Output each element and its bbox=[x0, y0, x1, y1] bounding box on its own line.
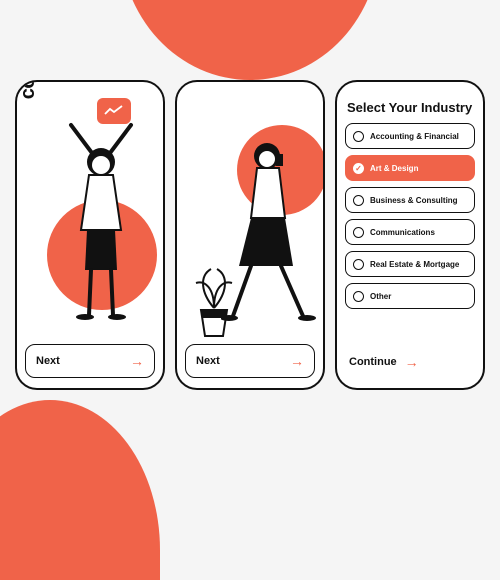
continue-button[interactable]: Continue → bbox=[345, 346, 475, 378]
phone-screen-collaborate: collaborate Next → bbox=[15, 80, 165, 390]
radio-icon bbox=[353, 131, 364, 142]
option-label: Other bbox=[370, 292, 391, 301]
industry-option-business[interactable]: Business & Consulting bbox=[345, 187, 475, 213]
industry-option-communications[interactable]: Communications bbox=[345, 219, 475, 245]
woman-walking-illustration bbox=[221, 136, 321, 326]
phone-screen-select-industry: Select Your Industry Accounting & Financ… bbox=[335, 80, 485, 390]
industry-option-real-estate[interactable]: Real Estate & Mortgage bbox=[345, 251, 475, 277]
industry-option-accounting[interactable]: Accounting & Financial bbox=[345, 123, 475, 149]
next-button[interactable]: Next → bbox=[185, 344, 315, 378]
woman-arms-up-illustration bbox=[51, 120, 151, 320]
next-button[interactable]: Next → bbox=[25, 344, 155, 378]
page-title: Select Your Industry bbox=[347, 100, 473, 115]
option-label: Art & Design bbox=[370, 164, 418, 173]
background-shape-top bbox=[120, 0, 380, 80]
arrow-right-icon: → bbox=[130, 353, 144, 369]
option-label: Accounting & Financial bbox=[370, 132, 459, 141]
chart-icon bbox=[104, 105, 124, 117]
radio-icon bbox=[353, 195, 364, 206]
next-button-label: Next bbox=[196, 355, 220, 367]
option-label: Communications bbox=[370, 228, 435, 237]
industry-option-art-design[interactable]: ✓ Art & Design bbox=[345, 155, 475, 181]
phone-row: collaborate Next → bbox=[0, 80, 500, 390]
illustration-area bbox=[25, 90, 155, 338]
next-button-label: Next bbox=[36, 355, 60, 367]
arrow-right-icon: → bbox=[290, 353, 304, 369]
option-label: Business & Consulting bbox=[370, 196, 458, 205]
radio-icon bbox=[353, 227, 364, 238]
radio-icon bbox=[353, 291, 364, 302]
phone-screen-organize: organize Next → bbox=[175, 80, 325, 390]
background-shape-bottom bbox=[0, 400, 160, 580]
industry-option-other[interactable]: Other bbox=[345, 283, 475, 309]
continue-button-label: Continue bbox=[349, 356, 397, 368]
radio-checked-icon: ✓ bbox=[353, 163, 364, 174]
radio-icon bbox=[353, 259, 364, 270]
option-label: Real Estate & Mortgage bbox=[370, 260, 459, 269]
illustration-area bbox=[185, 90, 315, 338]
arrow-right-icon: → bbox=[405, 354, 419, 370]
